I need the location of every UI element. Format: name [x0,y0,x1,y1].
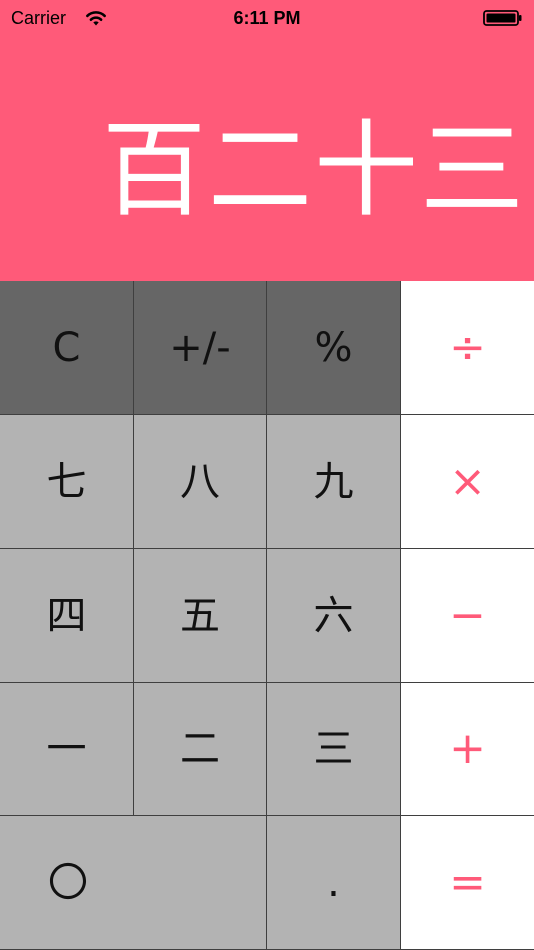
result-display: 百二十三 [101,109,526,231]
divide-button[interactable]: ÷ [401,281,534,415]
digit-nine-button[interactable]: 九 [267,415,401,549]
add-button[interactable]: + [401,683,534,816]
digit-eight-button[interactable]: 八 [134,415,267,549]
digit-four-button[interactable]: 四 [0,549,134,683]
digit-zero-button[interactable]: 〇 [0,816,267,950]
subtract-button[interactable]: − [401,549,534,683]
percent-button[interactable]: % [267,281,401,415]
digit-six-button[interactable]: 六 [267,549,401,683]
digit-five-button[interactable]: 五 [134,549,267,683]
calculator-screen: Carrier 6:11 PM 百二十三 C +/- % ÷ 七 八 九 × 四… [0,0,534,950]
digit-seven-button[interactable]: 七 [0,415,134,549]
battery-icon [483,10,522,26]
clear-button[interactable]: C [0,281,134,415]
status-bar: Carrier 6:11 PM [0,0,534,36]
digit-two-button[interactable]: 二 [134,683,267,816]
status-time: 6:11 PM [233,8,301,28]
digit-one-button[interactable]: 一 [0,683,134,816]
decimal-button[interactable]: . [267,816,401,950]
keypad: C +/- % ÷ 七 八 九 × 四 五 六 − 一 二 三 + 〇 . = [0,281,534,950]
equals-button[interactable]: = [401,816,534,950]
multiply-button[interactable]: × [401,415,534,549]
digit-three-button[interactable]: 三 [267,683,401,816]
sign-toggle-button[interactable]: +/- [134,281,267,415]
display-panel: Carrier 6:11 PM 百二十三 [0,0,534,281]
